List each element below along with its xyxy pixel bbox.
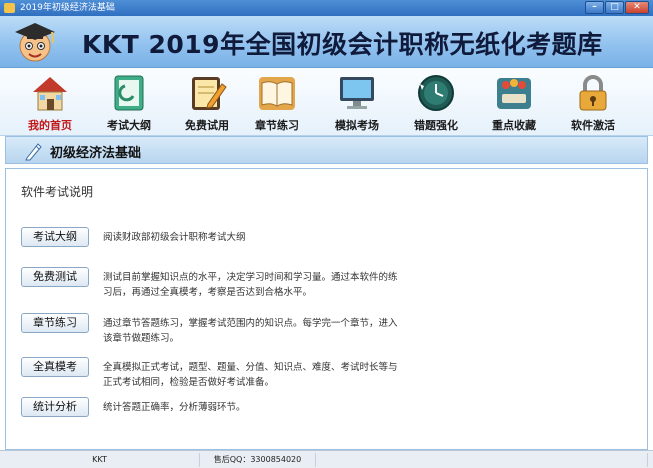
window-title-bar: 2019年初级经济法基础 – □ ✕ (0, 0, 653, 16)
maximize-button[interactable]: □ (605, 1, 624, 14)
toolbar-free-trial[interactable]: 免费试用 (172, 72, 242, 134)
toolbar-favorites[interactable]: 重点收藏 (479, 72, 549, 134)
graduate-mascot-icon (15, 23, 55, 62)
toolbar-label: 重点收藏 (492, 119, 536, 132)
status-extra (316, 453, 648, 467)
app-icon (4, 3, 15, 13)
toolbar-outline[interactable]: 考试大纲 (94, 72, 164, 134)
favorites-icon (497, 78, 531, 109)
exam-outline-button[interactable]: 考试大纲 (21, 227, 89, 247)
toolbar-label: 模拟考场 (335, 119, 379, 132)
status-support-qq: 售后QQ：3300854020 (200, 453, 316, 467)
toolbar-label: 免费试用 (185, 119, 229, 132)
toolbar-label: 错题强化 (414, 119, 458, 132)
chapter-practice-button[interactable]: 章节练习 (21, 313, 89, 333)
content-panel: 软件考试说明 考试大纲 阅读财政部初级会计职称考试大纲 免费测试 测试目前掌握知… (5, 168, 648, 450)
lock-icon (579, 75, 607, 111)
status-bar: KKT 售后QQ：3300854020 (0, 450, 653, 468)
open-book-icon (259, 77, 295, 110)
item-description: 测试目前掌握知识点的水平，决定学习时间和学习量。通过本软件的练习后，再通过全真模… (103, 272, 398, 298)
banner-title: KKT 2019年全国初级会计职称无纸化考题库 (82, 30, 603, 59)
item-description: 阅读财政部初级会计职称考试大纲 (103, 232, 246, 243)
app-banner: KKT 2019年全国初级会计职称无纸化考题库 (0, 16, 653, 68)
item-description: 通过章节答题练习，掌握考试范围内的知识点。每学完一个章节，进入该章节做题练习。 (103, 318, 398, 344)
minimize-button[interactable]: – (585, 1, 604, 14)
toolbar-label: 软件激活 (571, 119, 615, 132)
pen-icon (25, 143, 42, 161)
monitor-icon (340, 77, 374, 109)
close-button[interactable]: ✕ (625, 1, 649, 14)
clock-refresh-icon (418, 75, 454, 111)
toolbar-mock-exam[interactable]: 模拟考场 (322, 72, 392, 134)
toolbar-label: 我的首页 (28, 119, 72, 132)
statistics-button[interactable]: 统计分析 (21, 397, 89, 417)
toolbar-chapter-practice[interactable]: 章节练习 (242, 72, 312, 134)
content-heading: 软件考试说明 (21, 185, 94, 199)
outline-book-icon (114, 75, 144, 111)
notepad-pencil-icon (192, 77, 227, 110)
section-header: 初级经济法基础 (5, 136, 648, 164)
window-controls: – □ ✕ (585, 1, 649, 14)
item-description: 统计答题正确率，分析薄弱环节。 (103, 402, 246, 413)
main-toolbar: 我的首页 考试大纲 免费试用 章节练习 模拟考场 错题强化 重点收藏 软件激活 (0, 68, 653, 136)
toolbar-label: 考试大纲 (107, 119, 151, 132)
toolbar-activate[interactable]: 软件激活 (558, 72, 628, 134)
home-icon (33, 77, 67, 111)
full-mock-exam-button[interactable]: 全真模考 (21, 357, 89, 377)
free-test-button[interactable]: 免费测试 (21, 267, 89, 287)
window-title: 2019年初级经济法基础 (20, 3, 115, 13)
toolbar-home[interactable]: 我的首页 (15, 72, 85, 134)
status-brand: KKT (0, 453, 200, 467)
section-title: 初级经济法基础 (50, 146, 142, 161)
toolbar-wrong-questions[interactable]: 错题强化 (401, 72, 471, 134)
item-description: 全真模拟正式考试，题型、题量、分值、知识点、难度、考试时长等与正式考试相同，检验… (103, 362, 398, 388)
toolbar-label: 章节练习 (255, 119, 299, 132)
